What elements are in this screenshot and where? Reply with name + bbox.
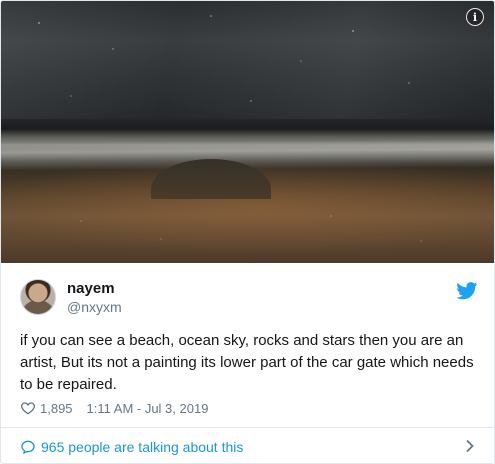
info-icon[interactable]: i xyxy=(466,8,484,26)
like-count[interactable]: 1,895 xyxy=(40,401,73,416)
tweet-meta: 1,895 1:11 AM - Jul 3, 2019 xyxy=(20,399,208,417)
heart-icon[interactable] xyxy=(20,400,36,416)
user-handle[interactable]: @nxyxm xyxy=(67,299,122,315)
tweet-photo[interactable]: i xyxy=(1,1,494,263)
chevron-right-icon[interactable] xyxy=(464,439,476,453)
discussion-link-label[interactable]: 965 people are talking about this xyxy=(41,439,243,455)
avatar[interactable] xyxy=(20,279,56,315)
tweet-text: if you can see a beach, ocean sky, rocks… xyxy=(20,332,474,393)
discussion-link[interactable]: 965 people are talking about this xyxy=(1,428,494,463)
twitter-bird-icon[interactable] xyxy=(456,282,478,300)
user-display-name[interactable]: nayem xyxy=(67,280,115,297)
photo-speckles xyxy=(38,15,422,242)
tweet-timestamp[interactable]: 1:11 AM - Jul 3, 2019 xyxy=(87,401,209,416)
tweet-card: i nayem @nxyxm if you can see a beach, o… xyxy=(0,0,495,464)
speech-bubble-icon xyxy=(21,440,35,454)
